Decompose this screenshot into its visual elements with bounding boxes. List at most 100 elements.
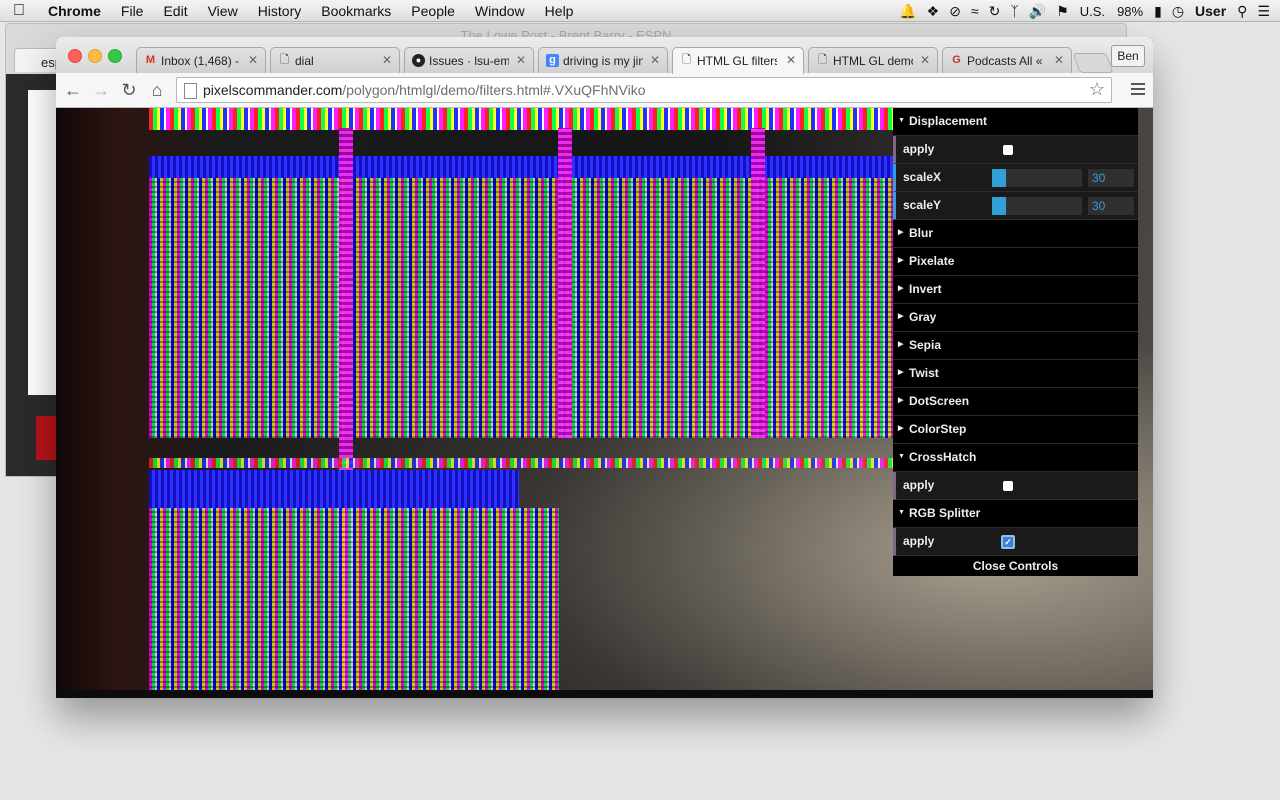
glitch-column (751, 128, 765, 438)
dropbox-icon[interactable]: ❖ (922, 3, 945, 20)
folder-displacement[interactable]: ▼ Displacement (893, 108, 1138, 136)
volume-icon[interactable]: 🔊 (1024, 3, 1051, 20)
folder-title: CrossHatch (909, 450, 977, 464)
menu-help[interactable]: Help (535, 3, 584, 19)
tab-html-gl-demo[interactable]: 🗋 HTML GL demo ✕ (808, 47, 938, 73)
tab-close-icon[interactable]: ✕ (382, 53, 392, 67)
home-icon[interactable]: ⌂ (146, 79, 168, 101)
bookmark-star-icon[interactable]: ☆ (1089, 79, 1105, 100)
page-info-icon[interactable] (184, 83, 197, 99)
folder-title: Pixelate (909, 254, 955, 268)
displacement-apply-checkbox[interactable] (1003, 145, 1013, 155)
tab-inbox[interactable]: M Inbox (1,468) - ✕ (136, 47, 266, 73)
folder-sepia[interactable]: ▶ Sepia (893, 332, 1138, 360)
input-source-label[interactable]: U.S. (1074, 4, 1111, 19)
battery-icon[interactable]: ▮ (1149, 3, 1167, 20)
rgb-splitter-apply-checkbox[interactable]: ✓ (1001, 535, 1015, 549)
folder-gray[interactable]: ▶ Gray (893, 304, 1138, 332)
folder-title: DotScreen (909, 394, 970, 408)
chrome-menu-icon[interactable] (1131, 80, 1145, 98)
menu-window[interactable]: Window (465, 3, 535, 19)
battery-percent[interactable]: 98% (1111, 4, 1149, 19)
collapsed-arrow-icon: ▶ (898, 425, 904, 433)
checkmark-icon: ✓ (1004, 537, 1012, 547)
flag-icon[interactable]: ⚑ (1051, 3, 1074, 20)
tab-close-icon[interactable]: ✕ (786, 53, 796, 67)
notification-bell-icon[interactable]: 🔔 (894, 3, 921, 20)
menu-edit[interactable]: Edit (153, 3, 197, 19)
menu-history[interactable]: History (248, 3, 312, 19)
scalex-row: scaleX 30 (893, 164, 1138, 192)
tab-html-gl-filters[interactable]: 🗋 HTML GL filters ✕ (672, 47, 804, 74)
displacement-apply-row[interactable]: apply (893, 136, 1138, 164)
scalex-slider[interactable] (992, 169, 1082, 187)
window-maximize-button[interactable] (108, 49, 122, 63)
folder-invert[interactable]: ▶ Invert (893, 276, 1138, 304)
sync-icon[interactable]: ⊘ (944, 3, 966, 20)
collapsed-arrow-icon: ▶ (898, 285, 904, 293)
page-icon: 🗋 (682, 54, 691, 66)
folder-blur[interactable]: ▶ Blur (893, 220, 1138, 248)
scalex-input[interactable]: 30 (1088, 169, 1134, 187)
tab-driving[interactable]: g driving is my jin ✕ (538, 47, 668, 73)
tab-issues[interactable]: ● Issues · lsu-em ✕ (404, 47, 534, 73)
tab-close-icon[interactable]: ✕ (248, 53, 258, 67)
tab-close-icon[interactable]: ✕ (1054, 53, 1064, 67)
tab-dial[interactable]: 🗋 dial ✕ (270, 47, 400, 73)
reload-icon[interactable]: ↻ (118, 79, 140, 101)
folder-colorstep[interactable]: ▶ ColorStep (893, 416, 1138, 444)
clock-icon[interactable]: ◷ (1167, 3, 1189, 20)
window-close-button[interactable] (68, 49, 82, 63)
menu-people[interactable]: People (401, 3, 465, 19)
gmail-icon: M (145, 54, 156, 66)
menu-app-name[interactable]: Chrome (38, 3, 111, 19)
folder-twist[interactable]: ▶ Twist (893, 360, 1138, 388)
menu-file[interactable]: File (111, 3, 154, 19)
apple-icon[interactable]:  (0, 2, 38, 20)
notification-center-icon[interactable]: ☰ (1252, 3, 1280, 20)
folder-crosshatch[interactable]: ▼ CrossHatch (893, 444, 1138, 472)
close-controls-button[interactable]: Close Controls (893, 556, 1138, 576)
folder-title: Gray (909, 310, 937, 324)
address-bar[interactable]: pixelscommander.com/polygon/htmlgl/demo/… (176, 77, 1112, 103)
back-arrow-icon[interactable]: ← (62, 79, 84, 101)
tab-close-icon[interactable]: ✕ (920, 53, 930, 67)
bluetooth-icon[interactable]: ᛉ (1005, 3, 1023, 19)
wifi-icon[interactable]: ≈ (966, 3, 984, 19)
crosshatch-apply-checkbox[interactable] (1003, 481, 1013, 491)
menu-bookmarks[interactable]: Bookmarks (311, 3, 401, 19)
collapsed-arrow-icon: ▶ (898, 313, 904, 321)
tab-label: dial (295, 54, 314, 68)
profile-button[interactable]: Ben (1111, 45, 1145, 67)
tab-podcasts[interactable]: G Podcasts All « ✕ (942, 47, 1072, 73)
window-minimize-button[interactable] (88, 49, 102, 63)
glitch-image-upper (149, 178, 899, 438)
menu-view[interactable]: View (198, 3, 248, 19)
tab-close-icon[interactable]: ✕ (650, 53, 660, 67)
slider-fill (992, 169, 1006, 187)
user-menu[interactable]: User (1189, 3, 1232, 19)
address-bar-url[interactable]: pixelscommander.com/polygon/htmlgl/demo/… (203, 82, 646, 98)
folder-title: ColorStep (909, 422, 967, 436)
folder-pixelate[interactable]: ▶ Pixelate (893, 248, 1138, 276)
folder-dotscreen[interactable]: ▶ DotScreen (893, 388, 1138, 416)
glitch-band-blue (149, 156, 899, 178)
expanded-arrow-icon: ▼ (898, 509, 905, 517)
folder-rgb-splitter[interactable]: ▼ RGB Splitter (893, 500, 1138, 528)
glitch-stripe-middle (149, 458, 899, 468)
scaley-row: scaleY 30 (893, 192, 1138, 220)
control-label: scaleY (903, 198, 942, 212)
page-icon: 🗋 (280, 54, 289, 66)
spotlight-search-icon[interactable]: ⚲ (1232, 3, 1252, 20)
url-host: pixelscommander.com (203, 82, 343, 98)
scaley-slider[interactable] (992, 197, 1082, 215)
new-tab-button[interactable] (1072, 53, 1114, 73)
scaley-input[interactable]: 30 (1088, 197, 1134, 215)
glitch-band-blue-lower (149, 470, 519, 510)
rgb-splitter-apply-row[interactable]: apply ✓ (893, 528, 1138, 556)
forward-arrow-icon[interactable]: → (90, 79, 112, 101)
collapsed-arrow-icon: ▶ (898, 257, 904, 265)
crosshatch-apply-row[interactable]: apply (893, 472, 1138, 500)
time-machine-icon[interactable]: ↻ (984, 3, 1006, 20)
tab-close-icon[interactable]: ✕ (516, 53, 526, 67)
